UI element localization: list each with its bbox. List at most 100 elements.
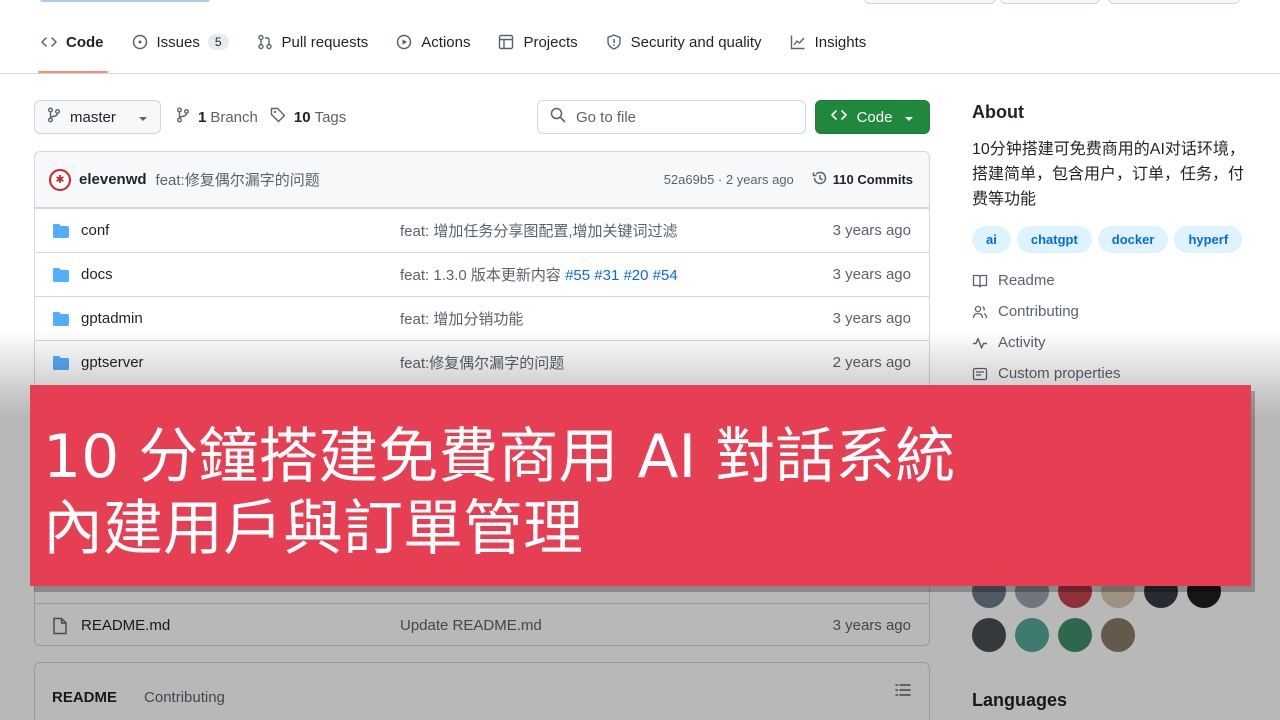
- go-to-file[interactable]: [537, 100, 806, 134]
- latest-commit-bar: ✱ elevenwd feat:修复偶尔漏字的问题 52a69b5 · 2 ye…: [35, 152, 929, 208]
- file-age: 3 years ago: [832, 222, 911, 239]
- folder-icon: [52, 267, 70, 283]
- fork-button-stub[interactable]: [1000, 0, 1100, 4]
- readme-tabs: README Contributing: [34, 662, 930, 720]
- folder-icon: [52, 311, 70, 327]
- tag-icon: [270, 107, 286, 127]
- tab-security[interactable]: Security and quality: [605, 24, 772, 72]
- tab-contributing[interactable]: Contributing: [144, 670, 225, 720]
- tab-insights-label: Insights: [814, 33, 867, 51]
- file-commit-message[interactable]: feat: 增加任务分享图配置,增加关键词过滤: [400, 220, 833, 241]
- watch-button-stub[interactable]: [864, 0, 996, 4]
- avatar[interactable]: [1058, 618, 1092, 652]
- caption-banner: 10 分鐘搭建免費商用 AI 對話系統 內建用戶與訂單管理: [30, 385, 1251, 586]
- history-icon: [812, 170, 828, 189]
- code-icon: [830, 107, 847, 127]
- branch-icon: [47, 107, 61, 127]
- file-name[interactable]: conf: [81, 222, 400, 239]
- contributing-link-label: Contributing: [998, 303, 1079, 320]
- branch-tag-meta: 1 Branch 10 Tags: [176, 100, 358, 134]
- tag-count-label: Tags: [314, 108, 347, 126]
- tab-actions[interactable]: Actions: [395, 24, 480, 72]
- file-age: 3 years ago: [832, 266, 911, 283]
- table-row[interactable]: gptadmin feat: 增加分销功能 3 years ago: [35, 296, 929, 340]
- topic-tag[interactable]: chatgpt: [1016, 226, 1092, 253]
- custom-properties-link-label: Custom properties: [998, 365, 1121, 382]
- avatar[interactable]: [1101, 618, 1135, 652]
- file-commit-text: feat:修复偶尔漏字的问题: [400, 355, 565, 372]
- file-name[interactable]: docs: [81, 266, 400, 283]
- topic-tag[interactable]: ai: [972, 226, 1011, 253]
- activity-link-label: Activity: [998, 334, 1046, 351]
- tab-code-label: Code: [66, 33, 104, 51]
- caption-line-1: 10 分鐘搭建免費商用 AI 對話系統: [43, 422, 956, 492]
- file-name[interactable]: README.md: [81, 617, 400, 634]
- table-icon: [497, 33, 515, 51]
- code-button[interactable]: Code: [815, 100, 930, 134]
- topic-tag[interactable]: hyperf: [1174, 226, 1243, 253]
- file-icon: [52, 617, 70, 635]
- file-age: 2 years ago: [832, 354, 911, 371]
- avatar[interactable]: [972, 618, 1006, 652]
- file-commit-message[interactable]: feat: 1.3.0 版本更新内容 #55 #31 #20 #54: [400, 264, 833, 285]
- readme-link[interactable]: Readme: [972, 265, 1262, 296]
- branch-count-label: Branch: [210, 108, 258, 126]
- list-icon[interactable]: [895, 683, 911, 701]
- branch-name: master: [70, 108, 116, 126]
- contributors-avatars: [972, 574, 1232, 662]
- about-sidebar: About 10分钟搭建可免费商用的AI对话环境，搭建简单，包含用户，订单，任务…: [972, 100, 1262, 389]
- about-description: 10分钟搭建可免费商用的AI对话环境，搭建简单，包含用户，订单，任务，付费等功能: [972, 141, 1245, 208]
- star-button-stub[interactable]: [1108, 0, 1240, 4]
- tab-actions-label: Actions: [421, 33, 471, 51]
- file-name[interactable]: gptadmin: [81, 310, 400, 327]
- table-row[interactable]: docs feat: 1.3.0 版本更新内容 #55 #31 #20 #54 …: [35, 252, 929, 296]
- tab-code[interactable]: Code: [38, 24, 114, 73]
- tab-pull-requests-label: Pull requests: [281, 33, 369, 51]
- avatar[interactable]: ✱: [49, 168, 71, 191]
- file-commit-message[interactable]: feat: 增加分销功能: [400, 308, 833, 329]
- caret-down-icon: [138, 109, 148, 126]
- code-button-label: Code: [856, 108, 893, 126]
- avatar[interactable]: [1015, 618, 1049, 652]
- tab-insights[interactable]: Insights: [789, 24, 877, 72]
- contributing-link[interactable]: Contributing: [972, 296, 1262, 327]
- commits-link[interactable]: 110 Commits: [812, 170, 913, 189]
- table-row[interactable]: README.md Update README.md 3 years ago: [35, 603, 929, 645]
- tab-readme[interactable]: README: [52, 670, 117, 720]
- topic-tag[interactable]: docker: [1097, 226, 1169, 253]
- file-age: 3 years ago: [832, 617, 911, 634]
- readme-link-label: Readme: [998, 272, 1055, 289]
- file-commit-message[interactable]: Update README.md: [400, 617, 833, 634]
- branch-icon: [176, 107, 190, 127]
- tag-count: 10: [293, 108, 311, 126]
- tab-pull-requests[interactable]: Pull requests: [256, 24, 379, 72]
- commit-message[interactable]: feat:修复偶尔漏字的问题: [156, 169, 664, 190]
- about-title: About: [972, 102, 1024, 122]
- issues-count-badge: 5: [207, 34, 229, 50]
- file-age: 3 years ago: [832, 310, 911, 327]
- people-icon: [972, 304, 990, 320]
- caption-line-2: 內建用戶與訂單管理: [43, 494, 583, 564]
- branch-selector[interactable]: master: [34, 100, 161, 134]
- file-commit-text: feat: 1.3.0 版本更新内容: [400, 267, 566, 284]
- table-row[interactable]: gptserver feat:修复偶尔漏字的问题 2 years ago: [35, 340, 929, 384]
- book-icon: [972, 273, 990, 289]
- tab-issues[interactable]: Issues 5: [131, 24, 239, 72]
- folder-icon: [52, 355, 70, 371]
- file-name[interactable]: gptserver: [81, 354, 400, 371]
- go-to-file-input[interactable]: [576, 108, 776, 126]
- commit-sha-time[interactable]: 52a69b5 · 2 years ago: [664, 172, 794, 187]
- tags-link[interactable]: 10 Tags: [270, 107, 346, 127]
- issue-links[interactable]: #55 #31 #20 #54: [565, 267, 678, 284]
- tab-projects[interactable]: Projects: [497, 24, 587, 72]
- repo-title-stub: [40, 0, 210, 2]
- table-row[interactable]: conf feat: 增加任务分享图配置,增加关键词过滤 3 years ago: [35, 208, 929, 252]
- search-icon: [550, 107, 566, 127]
- about-links: Readme Contributing Activity Custom prop…: [972, 265, 1262, 389]
- file-commit-message[interactable]: feat:修复偶尔漏字的问题: [400, 352, 833, 373]
- activity-link[interactable]: Activity: [972, 327, 1262, 358]
- commit-author[interactable]: elevenwd: [79, 171, 147, 188]
- branches-link[interactable]: 1 Branch: [176, 107, 258, 127]
- file-commit-text: feat: 增加分销功能: [400, 311, 524, 328]
- tab-projects-label: Projects: [523, 33, 578, 51]
